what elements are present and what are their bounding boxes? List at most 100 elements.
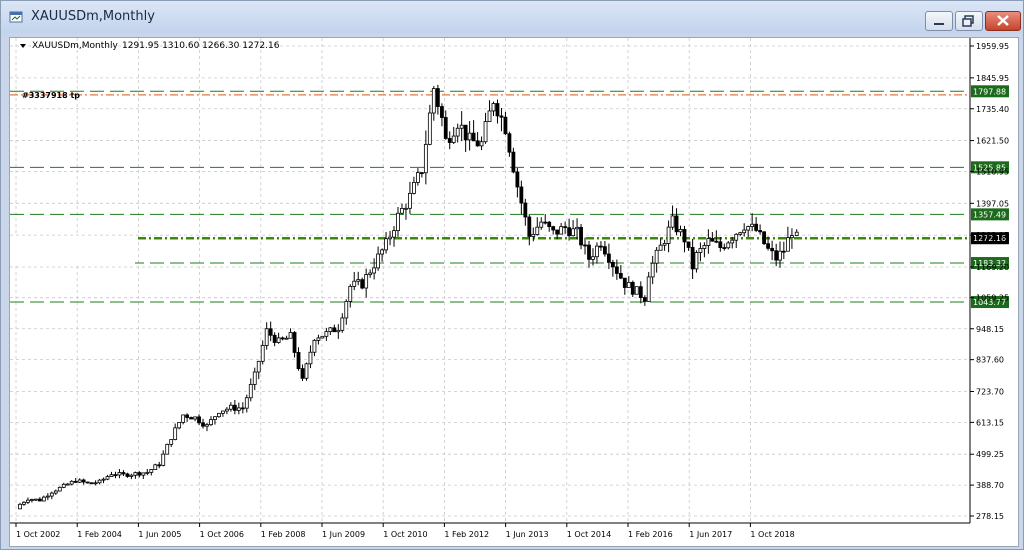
candle-body [320, 335, 325, 339]
candle-body [451, 135, 456, 143]
candle-body [714, 240, 719, 243]
title-bar[interactable]: XAUUSDm,Monthly [1, 1, 1023, 33]
candle-body [209, 419, 213, 426]
candle-body [22, 501, 26, 505]
candle-body [790, 235, 794, 239]
y-tick-label: 948.15 [976, 325, 1004, 334]
horizontal-levels: 1797.881525.851357.491183.321043.771272.… [10, 85, 1009, 309]
y-tick-label: 1397.05 [976, 199, 1009, 208]
candle-body [308, 351, 313, 365]
y-tick-label: 1735.40 [976, 105, 1009, 114]
candle-body [177, 421, 182, 429]
x-tick-label: 1 Oct 2006 [200, 530, 244, 539]
candle-body [169, 439, 174, 445]
candle-body [193, 416, 197, 420]
candle-body [555, 229, 560, 235]
candle-body [726, 242, 731, 249]
candle-body [364, 274, 369, 289]
maximize-button[interactable] [955, 11, 983, 31]
candle-body [794, 231, 799, 236]
collapse-arrow-icon[interactable] [20, 44, 26, 48]
candle-body [121, 472, 126, 475]
y-tick-label: 1959.95 [976, 42, 1009, 51]
candle-body [344, 301, 349, 319]
y-tick-label: 837.60 [976, 356, 1004, 365]
candle-body [551, 226, 556, 231]
candle-body [400, 208, 404, 214]
y-tick-label: 1510.95 [976, 167, 1009, 176]
candle-body [368, 272, 373, 275]
candle-body [356, 279, 361, 282]
candle-body [69, 480, 74, 485]
candle-body [567, 227, 572, 237]
candle-body [587, 244, 591, 260]
candle-body [646, 276, 651, 302]
candle-body [499, 115, 504, 118]
candle-body [77, 479, 82, 483]
candle-body [599, 245, 603, 248]
candlestick-chart[interactable]: 1797.881525.851357.491183.321043.771272.… [10, 38, 1018, 546]
candle-body [408, 192, 412, 209]
restore-icon [962, 15, 974, 27]
candle-body [491, 103, 496, 112]
candle-body [133, 472, 138, 476]
candle-body [762, 231, 766, 245]
y-tick-label: 388.70 [976, 481, 1004, 490]
x-tick-label: 1 Oct 2014 [567, 530, 611, 539]
candle-body [475, 140, 480, 147]
candle-body [682, 229, 687, 243]
candle-body [352, 280, 357, 287]
candle-body [205, 424, 209, 427]
candle-body [125, 473, 130, 477]
candle-body [236, 407, 241, 411]
candle-body [503, 116, 508, 135]
y-tick-label: 278.15 [976, 512, 1004, 521]
candle-body [603, 246, 607, 255]
candle-body [228, 404, 233, 410]
candle-body [332, 327, 337, 333]
candle-body [89, 482, 94, 485]
close-icon [997, 15, 1009, 26]
candle-body [742, 229, 747, 234]
candle-body [638, 286, 643, 298]
price-chart[interactable]: 1797.88 1525.85 1357.49 1183.32 1043.77 1272.… [9, 37, 1019, 547]
candle-body [388, 236, 392, 240]
candle-body [622, 277, 627, 288]
candle-body [754, 223, 759, 231]
x-tick-label: 1 Jun 2009 [322, 530, 365, 539]
candle-body [392, 230, 396, 238]
candle-body [535, 226, 540, 235]
candle-body [459, 124, 464, 129]
candle-body [415, 172, 420, 183]
y-tick-label: 499.25 [976, 450, 1004, 459]
x-tick-label: 1 Feb 2008 [261, 530, 306, 539]
candle-body [197, 416, 201, 424]
x-tick-label: 1 Feb 2012 [444, 530, 489, 539]
candle-body [240, 407, 245, 410]
candle-body [746, 226, 751, 231]
candle-body [412, 182, 416, 194]
ohlc-values: 1291.95 1310.60 1266.30 1272.16 [122, 41, 280, 51]
candle-body [73, 480, 78, 483]
candle-body [30, 499, 34, 501]
candle-body [232, 404, 237, 411]
minimize-button[interactable] [925, 11, 953, 31]
window-title: XAUUSDm,Monthly [31, 9, 155, 24]
candle-body [65, 483, 70, 486]
candle-body [360, 279, 365, 289]
candle-body [440, 106, 444, 118]
price-level-label: 1357.49 [973, 210, 1006, 219]
candle-body [694, 252, 699, 270]
candle-body [201, 422, 205, 427]
y-tick-label: 1621.50 [976, 137, 1009, 146]
candle-body [523, 202, 528, 218]
candle-body [785, 237, 790, 252]
candle-body [101, 478, 106, 481]
candle-body [45, 495, 50, 498]
minimize-icon [934, 23, 944, 25]
candle-body [770, 247, 775, 252]
close-button[interactable] [985, 11, 1021, 31]
candle-body [507, 133, 512, 153]
candle-body [463, 124, 468, 141]
candle-body [117, 472, 122, 476]
